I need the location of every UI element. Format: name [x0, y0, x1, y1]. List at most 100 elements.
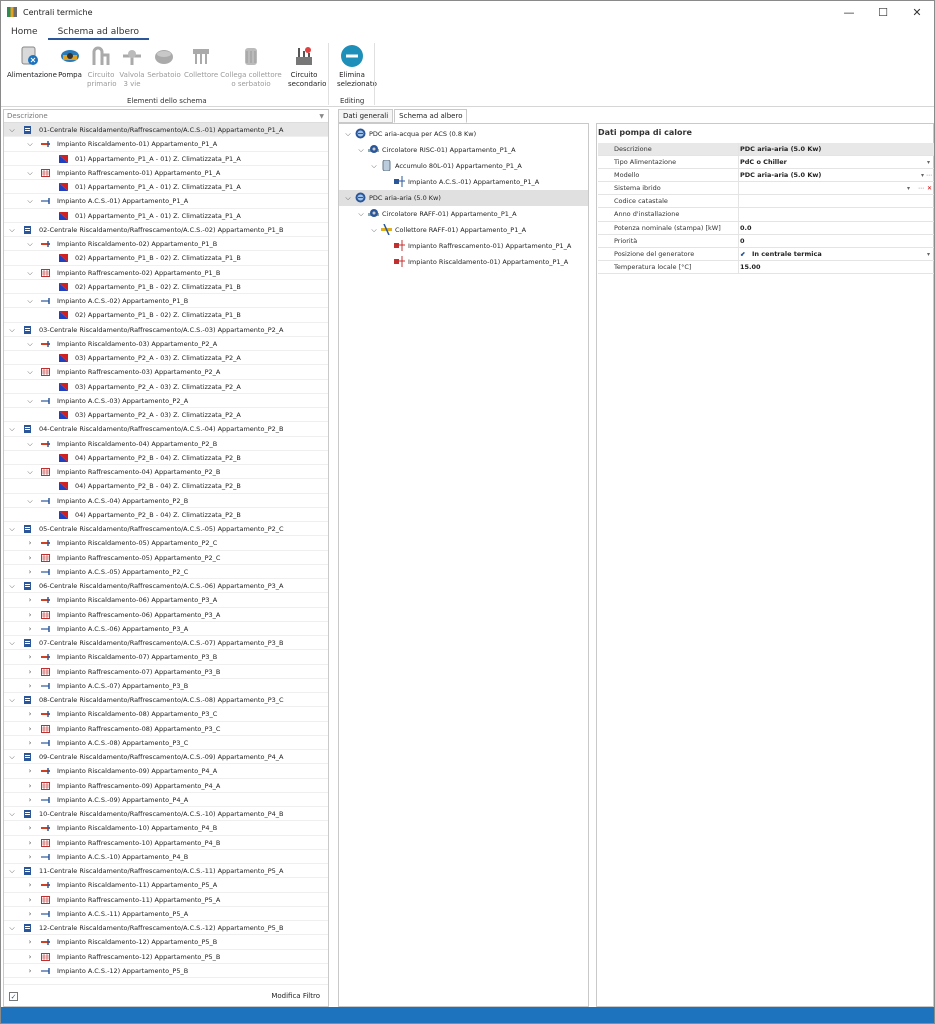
collapse-chevron-icon[interactable]: ⌵ — [343, 126, 353, 142]
system-row[interactable]: › Impianto Raffrescamento-05) Appartament… — [4, 551, 328, 565]
system-row[interactable]: › Impianto A.C.S.-11) Appartamento_P5_A — [4, 907, 328, 921]
ribbon-button-delete[interactable]: Elimina selezionato — [337, 44, 377, 89]
tree-node[interactable]: ⌵ Circolatore RAFF-01) Appartamento_P1_A — [339, 206, 588, 222]
system-row[interactable]: ⌵ Impianto Raffrescamento-01) Appartament… — [4, 166, 328, 180]
collapse-chevron-icon[interactable]: ⌵ — [7, 750, 17, 764]
expand-chevron-icon[interactable]: › — [25, 536, 35, 550]
property-row[interactable]: Modello PDC aria-aria (5.0 Kw) ▾ ⋯ — [598, 169, 934, 183]
tree-node[interactable]: Impianto Riscaldamento-01) Appartamento_… — [339, 254, 588, 270]
column-header[interactable]: Descrizione ▼ — [4, 110, 328, 123]
system-row[interactable]: › Impianto Raffrescamento-11) Appartament… — [4, 893, 328, 907]
expand-chevron-icon[interactable]: › — [25, 650, 35, 664]
zone-row[interactable]: 01) Appartamento_P1_A - 01) Z. Climatizz… — [4, 152, 328, 166]
expand-chevron-icon[interactable]: › — [25, 593, 35, 607]
system-row[interactable]: › Impianto A.C.S.-10) Appartamento_P4_B — [4, 850, 328, 864]
system-row[interactable]: ⌵ Impianto A.C.S.-04) Appartamento_P2_B — [4, 494, 328, 508]
expand-chevron-icon[interactable]: › — [25, 551, 35, 565]
collapse-chevron-icon[interactable]: ⌵ — [369, 158, 379, 174]
tree-node[interactable]: Impianto A.C.S.-01) Appartamento_P1_A — [339, 174, 588, 190]
tree-node[interactable]: ⌵ Accumulo 80L-01) Appartamento_P1_A — [339, 158, 588, 174]
system-row[interactable]: ⌵ Impianto Raffrescamento-02) Appartament… — [4, 266, 328, 280]
tree-node[interactable]: ⌵ PDC aria-aria (5.0 Kw) — [339, 190, 588, 206]
collapse-chevron-icon[interactable]: ⌵ — [25, 337, 35, 351]
ribbon-button-manifold[interactable]: Collettore — [184, 44, 218, 80]
property-row[interactable]: Priorità 0 — [598, 234, 934, 248]
system-row[interactable]: ⌵ Impianto Raffrescamento-04) Appartament… — [4, 465, 328, 480]
property-row[interactable]: Anno d'installazione — [598, 208, 934, 222]
tree-node[interactable]: ⌵ PDC aria-acqua per ACS (0.8 Kw) — [339, 126, 588, 142]
system-row[interactable]: ⌵ Impianto Riscaldamento-04) Appartamento… — [4, 437, 328, 451]
ribbon-button-primary-circuit[interactable]: Circuito primario — [87, 44, 116, 89]
collapse-chevron-icon[interactable]: ⌵ — [7, 579, 17, 593]
dropdown-arrow-icon[interactable]: ▾ — [927, 156, 930, 169]
zone-row[interactable]: 01) Appartamento_P1_A - 01) Z. Climatizz… — [4, 209, 328, 223]
ribbon-button-power-supply[interactable]: Alimentazione — [7, 44, 57, 80]
expand-chevron-icon[interactable]: › — [25, 950, 35, 964]
system-row[interactable]: › Impianto Raffrescamento-09) Appartament… — [4, 779, 328, 793]
expand-chevron-icon[interactable]: › — [25, 878, 35, 892]
collapse-chevron-icon[interactable]: ⌵ — [25, 237, 35, 251]
central-row[interactable]: ⌵ 02-Centrale Riscaldamento/Raffrescament… — [4, 223, 328, 237]
property-value[interactable]: PDC aria-aria (5.0 Kw) — [740, 169, 821, 182]
property-row[interactable]: Posizione del generatore ⬋ In centrale te… — [598, 247, 934, 261]
property-row[interactable]: Codice catastale — [598, 195, 934, 209]
collapse-chevron-icon[interactable]: ⌵ — [7, 636, 17, 650]
clear-icon[interactable]: ✕ — [927, 182, 932, 195]
zone-row[interactable]: 02) Appartamento_P1_B - 02) Z. Climatizz… — [4, 280, 328, 294]
tree-node[interactable]: Impianto Raffrescamento-01) Appartamento… — [339, 238, 588, 254]
collapse-chevron-icon[interactable]: ⌵ — [25, 465, 35, 479]
system-row[interactable]: › Impianto Riscaldamento-08) Appartamento… — [4, 707, 328, 722]
system-row[interactable]: › Impianto A.C.S.-08) Appartamento_P3_C — [4, 736, 328, 750]
collapse-chevron-icon[interactable]: ⌵ — [25, 494, 35, 508]
expand-chevron-icon[interactable]: › — [25, 907, 35, 921]
system-row[interactable]: ⌵ Impianto Riscaldamento-01) Appartamento… — [4, 137, 328, 152]
system-row[interactable]: › Impianto Raffrescamento-10) Appartament… — [4, 836, 328, 850]
expand-chevron-icon[interactable]: › — [25, 836, 35, 850]
collapse-chevron-icon[interactable]: ⌵ — [7, 223, 17, 237]
tab-schema-albero[interactable]: Schema ad albero — [394, 109, 468, 123]
property-value[interactable]: 0.0 — [740, 222, 752, 235]
system-row[interactable]: › Impianto Riscaldamento-05) Appartamento… — [4, 536, 328, 551]
dropdown-arrow-icon[interactable]: ▾ — [921, 169, 924, 182]
zone-row[interactable]: 02) Appartamento_P1_B - 02) Z. Climatizz… — [4, 308, 328, 323]
close-button[interactable]: ✕ — [900, 1, 934, 23]
central-row[interactable]: ⌵ 12-Centrale Riscaldamento/Raffrescament… — [4, 921, 328, 936]
property-row[interactable]: Tipo Alimentazione PdC o Chiller ▾ — [598, 156, 934, 170]
expand-chevron-icon[interactable]: › — [25, 565, 35, 579]
collapse-chevron-icon[interactable]: ⌵ — [25, 394, 35, 408]
collapse-chevron-icon[interactable]: ⌵ — [25, 294, 35, 308]
ribbon-button-pump[interactable]: Pompa — [57, 44, 83, 80]
tab-home[interactable]: Home — [1, 24, 48, 40]
ribbon-button-link-manifold[interactable]: Collega collettore o serbatoio — [220, 44, 282, 89]
system-row[interactable]: › Impianto A.C.S.-05) Appartamento_P2_C — [4, 565, 328, 579]
system-row[interactable]: ⌵ Impianto Riscaldamento-03) Appartamento… — [4, 337, 328, 351]
property-value[interactable]: PDC aria-aria (5.0 Kw) — [740, 143, 821, 156]
collapse-chevron-icon[interactable]: ⌵ — [7, 123, 17, 137]
expand-chevron-icon[interactable]: › — [25, 764, 35, 778]
collapse-chevron-icon[interactable]: ⌵ — [7, 807, 17, 821]
property-value[interactable]: PdC o Chiller — [740, 156, 787, 169]
system-row[interactable]: › Impianto Riscaldamento-10) Appartamento… — [4, 821, 328, 836]
collapse-chevron-icon[interactable]: ⌵ — [25, 137, 35, 151]
property-row[interactable]: Descrizione PDC aria-aria (5.0 Kw) — [598, 143, 934, 157]
central-row[interactable]: ⌵ 10-Centrale Riscaldamento/Raffrescament… — [4, 807, 328, 822]
collapse-chevron-icon[interactable]: ⌵ — [7, 693, 17, 707]
system-row[interactable]: › Impianto Riscaldamento-06) Appartamento… — [4, 593, 328, 608]
system-row[interactable]: ⌵ Impianto A.C.S.-02) Appartamento_P1_B — [4, 294, 328, 309]
modify-filter-link[interactable]: Modifica Filtro — [271, 992, 320, 1000]
property-row[interactable]: Temperatura locale [°C] 15.00 — [598, 260, 934, 274]
expand-chevron-icon[interactable]: › — [25, 779, 35, 793]
tab-schema-ad-albero[interactable]: Schema ad albero — [47, 24, 149, 40]
expand-chevron-icon[interactable]: › — [25, 793, 35, 807]
collapse-chevron-icon[interactable]: ⌵ — [7, 422, 17, 436]
dropdown-arrow-icon[interactable]: ▾ — [927, 248, 930, 261]
system-row[interactable]: › Impianto Raffrescamento-06) Appartament… — [4, 608, 328, 622]
zone-row[interactable]: 03) Appartamento_P2_A - 03) Z. Climatizz… — [4, 380, 328, 394]
maximize-button[interactable]: ☐ — [866, 1, 900, 23]
property-row[interactable]: Sistema ibrido ▾ ⋯ ✕ — [598, 182, 934, 196]
expand-chevron-icon[interactable]: › — [25, 722, 35, 736]
filter-dropdown-icon[interactable]: ▼ — [319, 110, 324, 123]
central-row[interactable]: ⌵ 03-Centrale Riscaldamento/Raffrescament… — [4, 323, 328, 337]
expand-chevron-icon[interactable]: › — [25, 679, 35, 693]
system-row[interactable]: ⌵ Impianto Raffrescamento-03) Appartament… — [4, 365, 328, 380]
